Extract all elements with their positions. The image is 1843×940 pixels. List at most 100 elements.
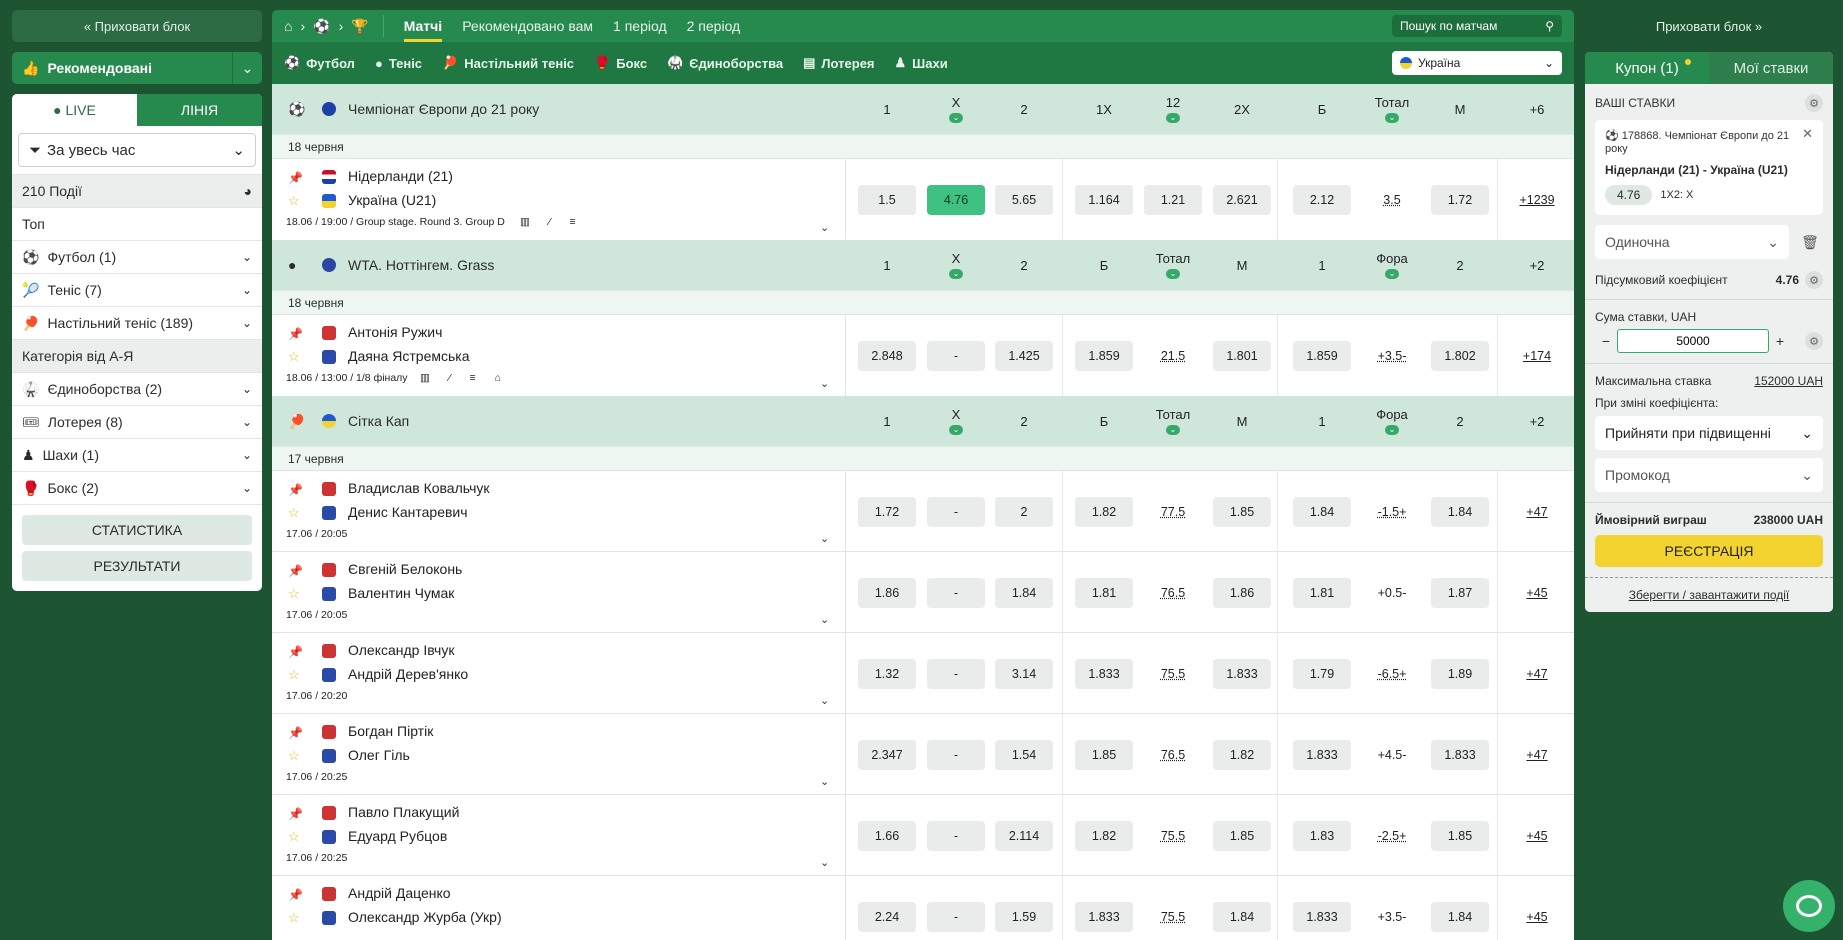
odds-button[interactable]: -6.5+: [1363, 659, 1421, 689]
odds-button[interactable]: 1.86: [858, 578, 916, 608]
pin-icon[interactable]: 📌: [288, 645, 303, 659]
chevron-down-icon[interactable]: ⌄: [242, 283, 252, 297]
tab-my-bets[interactable]: Мої ставки: [1709, 52, 1833, 84]
pin-icon[interactable]: 📌: [288, 807, 303, 821]
column-header[interactable]: X ⌄: [926, 396, 986, 446]
tab-period-2[interactable]: 2 період: [687, 18, 741, 34]
plus-button[interactable]: +: [1769, 333, 1791, 349]
column-header[interactable]: 2: [1430, 396, 1490, 446]
odds-button[interactable]: +4.5-: [1363, 740, 1421, 770]
tab-live[interactable]: ● LIVE: [12, 94, 137, 126]
odds-button[interactable]: 3.14: [995, 659, 1053, 689]
odds-button[interactable]: 1.84: [995, 578, 1053, 608]
table-row[interactable]: 📌 ☆ Нідерланди (21) Україна (U21) 18.06 / 19…: [272, 158, 1574, 240]
odds-button[interactable]: 1.85: [1213, 821, 1271, 851]
sport-filter-tennis[interactable]: ● Теніс: [375, 56, 422, 71]
team-2-name[interactable]: Валентин Чумак: [348, 585, 454, 601]
column-header[interactable]: Б: [1074, 396, 1134, 446]
table-row[interactable]: 📌☆Андрій ДаценкоОлександр Журба (Укр)⌄2.…: [272, 875, 1574, 940]
odds-button[interactable]: 1.86: [1213, 578, 1271, 608]
odds-button[interactable]: 2.347: [858, 740, 916, 770]
more-markets-link[interactable]: +47: [1507, 497, 1567, 527]
expand-chevron-icon[interactable]: ⌄: [820, 775, 829, 788]
odds-button[interactable]: 1.32: [858, 659, 916, 689]
favorite-star-icon[interactable]: ☆: [288, 505, 300, 521]
league-header[interactable]: 🏓 Сітка Кап 1 X ⌄ 2 Б Тотал ⌄ М 1 Фора ⌄ 2 +2: [272, 396, 1574, 446]
odds-button[interactable]: 1.81: [1075, 578, 1133, 608]
sport-filter-football[interactable]: ⚽ Футбол: [284, 55, 355, 71]
sidebar-item-chess[interactable]: ♟ Шахи (1) ⌄: [12, 438, 262, 471]
hide-right-block-button[interactable]: Приховати блок »: [1585, 10, 1833, 42]
sidebar-item-football[interactable]: ⚽ Футбол (1) ⌄: [12, 240, 262, 273]
register-button[interactable]: РЕЄСТРАЦІЯ: [1595, 535, 1823, 567]
column-header[interactable]: Б: [1292, 84, 1352, 134]
odds-button[interactable]: 1.81: [1293, 578, 1351, 608]
odds-button[interactable]: 1.859: [1293, 341, 1351, 371]
odds-button[interactable]: -: [927, 740, 985, 770]
statistics-button[interactable]: СТАТИСТИКА: [22, 515, 252, 545]
odds-button[interactable]: 1.801: [1213, 341, 1271, 371]
max-stake-value[interactable]: 152000 UAH: [1754, 374, 1823, 388]
tab-period-1[interactable]: 1 період: [613, 18, 667, 34]
odds-button[interactable]: 2.12: [1293, 185, 1351, 215]
sidebar-item-boxing[interactable]: 🥊 Бокс (2) ⌄: [12, 471, 262, 504]
expand-chevron-icon[interactable]: ⌄: [820, 694, 829, 707]
column-header[interactable]: 2X: [1212, 84, 1272, 134]
odds-button[interactable]: +3.5-: [1363, 902, 1421, 932]
odds-button[interactable]: -1.5+: [1363, 497, 1421, 527]
column-header[interactable]: 2: [994, 396, 1054, 446]
team-1-name[interactable]: Владислав Ковальчук: [348, 480, 490, 496]
stats-icon[interactable]: ▥ ⁄ ≡: [520, 216, 584, 228]
odds-button[interactable]: 1.66: [858, 821, 916, 851]
more-markets-link[interactable]: +174: [1507, 341, 1567, 371]
odds-button[interactable]: 76.5: [1144, 578, 1202, 608]
odds-button[interactable]: 1.425: [995, 341, 1053, 371]
column-header[interactable]: +2: [1507, 240, 1567, 290]
gear-icon[interactable]: ⚙: [1805, 271, 1823, 289]
chevron-down-icon[interactable]: ⌄: [242, 316, 252, 330]
team-2-name[interactable]: Олександр Журба (Укр): [348, 909, 502, 925]
search-input[interactable]: Пошук по матчам ⚲: [1392, 15, 1562, 37]
odds-button[interactable]: 1.79: [1293, 659, 1351, 689]
column-header[interactable]: Тотал ⌄: [1362, 84, 1422, 134]
team-2-name[interactable]: Україна (U21): [348, 192, 436, 208]
odds-button[interactable]: -2.5+: [1363, 821, 1421, 851]
sidebar-item-tennis[interactable]: 🎾 Теніс (7) ⌄: [12, 273, 262, 306]
team-1-name[interactable]: Євгеній Белоконь: [348, 561, 462, 577]
save-load-events-link[interactable]: Зберегти / завантажити події: [1585, 577, 1833, 612]
odds-button[interactable]: 1.89: [1431, 659, 1489, 689]
tab-matches[interactable]: Матчі: [403, 18, 442, 42]
column-header[interactable]: 2: [994, 84, 1054, 134]
chevron-down-icon[interactable]: ⌄: [949, 269, 963, 279]
team-1-name[interactable]: Олександр Івчук: [348, 642, 454, 658]
odds-button[interactable]: 1.85: [1431, 821, 1489, 851]
column-header[interactable]: 2: [1430, 240, 1490, 290]
chevron-down-icon[interactable]: ⌄: [242, 250, 252, 264]
odds-button[interactable]: -: [927, 497, 985, 527]
odds-button[interactable]: -: [927, 578, 985, 608]
football-icon[interactable]: ⚽: [313, 18, 330, 35]
odds-button[interactable]: 1.72: [1431, 185, 1489, 215]
odds-button[interactable]: -: [927, 821, 985, 851]
odds-button[interactable]: 1.83: [1293, 821, 1351, 851]
team-2-name[interactable]: Денис Кантаревич: [348, 504, 468, 520]
tab-coupon[interactable]: Купон (1): [1585, 52, 1709, 84]
pin-icon[interactable]: 📌: [288, 564, 303, 578]
column-header[interactable]: Б: [1074, 240, 1134, 290]
chevron-down-icon[interactable]: ⌄: [232, 52, 262, 84]
favorite-star-icon[interactable]: ☆: [288, 586, 300, 602]
chevron-down-icon[interactable]: ⌄: [242, 448, 252, 462]
odds-button[interactable]: 1.82: [1075, 821, 1133, 851]
sidebar-item-lottery[interactable]: 🎟 Лотерея (8) ⌄: [12, 405, 262, 438]
column-header[interactable]: 1: [1292, 240, 1352, 290]
more-markets-link[interactable]: +45: [1507, 902, 1567, 932]
odds-button[interactable]: 1.833: [1213, 659, 1271, 689]
odds-button[interactable]: -: [927, 659, 985, 689]
odds-button[interactable]: 1.85: [1075, 740, 1133, 770]
sidebar-item-table-tennis[interactable]: 🏓 Настільний теніс (189) ⌄: [12, 306, 262, 339]
coef-change-select[interactable]: Прийняти при підвищенні ⌄: [1595, 416, 1823, 450]
column-header[interactable]: 1: [857, 396, 917, 446]
chevron-down-icon[interactable]: ⌄: [1166, 425, 1180, 435]
chevron-down-icon[interactable]: ⌄: [242, 481, 252, 495]
globe-icon[interactable]: ◕: [244, 183, 252, 199]
